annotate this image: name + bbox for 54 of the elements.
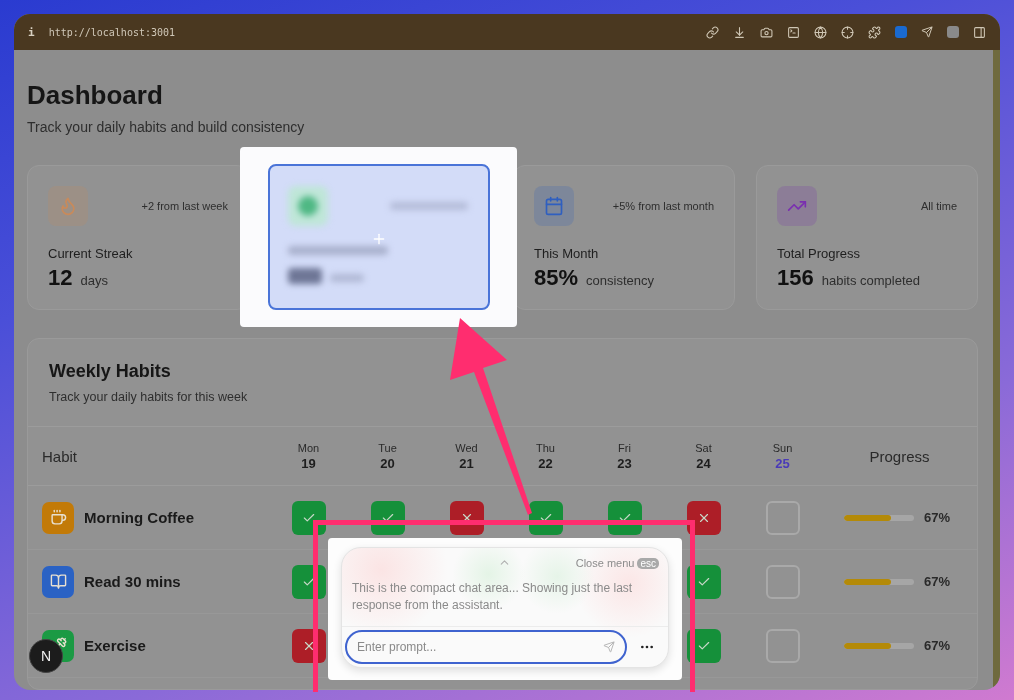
extension-icon[interactable]	[947, 26, 959, 38]
progress-percent: 67%	[924, 638, 951, 653]
crosshair-icon[interactable]	[841, 25, 854, 39]
chat-message: This is the compact chat area... Showing just the last response from the assistant.	[352, 580, 634, 614]
prompt-field[interactable]: Enter prompt...	[345, 630, 627, 664]
extension-icon[interactable]	[895, 26, 907, 38]
day-date: 19	[301, 455, 316, 471]
esc-key-badge: esc	[637, 557, 659, 569]
link-icon[interactable]	[706, 25, 719, 39]
camera-icon[interactable]	[760, 25, 773, 39]
day-name: Fri	[618, 441, 631, 454]
habit-name: Exercise	[84, 637, 146, 654]
address-bar[interactable]: http://localhost:3001	[48, 26, 692, 38]
download-icon[interactable]	[733, 25, 746, 39]
column-header: Habit	[42, 447, 78, 465]
stat-value: 156	[777, 265, 814, 291]
day-name: Mon	[297, 441, 320, 454]
puzzle-icon[interactable]	[868, 25, 881, 39]
terminal-icon[interactable]	[787, 25, 800, 39]
panel-subtitle: Track your daily habits for this week	[49, 390, 249, 404]
day-name: Sun	[772, 441, 793, 454]
page-subtitle: Track your daily habits and build consistency	[27, 119, 306, 135]
day-name: Tue	[378, 441, 397, 454]
page-title: Dashboard	[27, 80, 164, 111]
stat-note: All time	[920, 200, 957, 212]
stat-label: This Month	[534, 246, 600, 261]
day-date: 25	[775, 455, 790, 471]
day-date: 22	[538, 455, 553, 471]
stat-unit: days	[80, 273, 108, 288]
sidebar-icon[interactable]	[973, 25, 986, 39]
day-name: Wed	[455, 441, 478, 454]
stat-value: 12	[48, 265, 73, 291]
day-name: Thu	[536, 441, 555, 454]
habit-name: Read 30 mins	[84, 573, 181, 590]
stat-note: +2 from last week	[141, 200, 228, 212]
stat-unit: habits completed	[821, 273, 920, 288]
day-date: 21	[459, 455, 474, 471]
stat-unit: consistency	[586, 273, 654, 288]
globe-icon[interactable]	[814, 25, 827, 39]
day-date: 20	[380, 455, 395, 471]
panel-title: Weekly Habits	[49, 361, 172, 382]
day-date: 23	[617, 455, 632, 471]
habit-name: Morning Coffee	[84, 509, 194, 526]
stat-label: Current Streak	[48, 246, 134, 261]
progress-percent: 67%	[924, 574, 951, 589]
stat-value: 85%	[534, 265, 579, 291]
day-name: Sat	[695, 441, 712, 454]
info-button[interactable]: i	[28, 25, 35, 39]
progress-percent: 67%	[924, 510, 951, 525]
column-header: Progress	[869, 447, 930, 465]
stat-note: +5% from last month	[612, 200, 714, 212]
stat-label: Total Progress	[777, 246, 862, 261]
send-icon[interactable]	[921, 26, 933, 38]
day-date: 24	[696, 455, 711, 471]
